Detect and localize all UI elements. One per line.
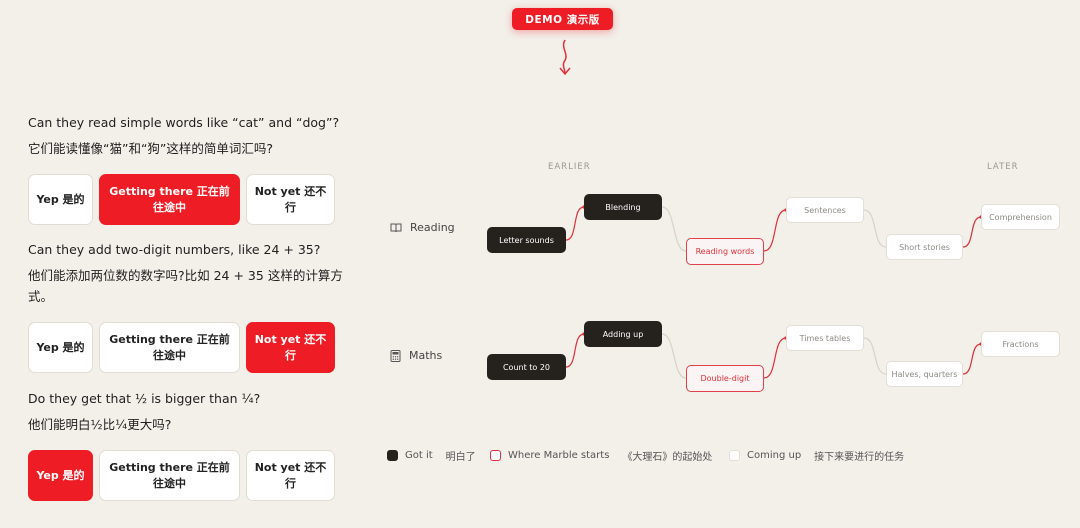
node-reading-words: Reading words [686,238,764,265]
node-short-stories: Short stories [886,234,963,260]
legend-got-en: Got it [405,450,433,461]
node-count-to-20: Count to 20 [487,354,566,380]
node-comprehension: Comprehension [981,204,1060,230]
node-halves-quarters: Halves, quarters [886,361,963,387]
legend-start: Where Marble starts 《大理石》的起始处 [490,448,712,463]
node-fractions: Fractions [981,331,1060,357]
got-it-swatch [387,450,398,461]
node-adding-up: Adding up [584,321,662,347]
legend-start-en: Where Marble starts [508,450,610,461]
legend-start-zh: 《大理石》的起始处 [622,452,713,463]
legend-got-zh: 明白了 [445,452,476,463]
node-times-tables: Times tables [786,325,864,351]
legend-coming-up: Coming up 接下来要进行的任务 [729,448,904,463]
node-double-digit: Double-digit [686,365,764,392]
coming-up-swatch [729,450,740,461]
legend-up-en: Coming up [747,450,802,461]
node-letter-sounds: Letter sounds [487,227,566,253]
start-swatch [490,450,501,461]
legend-up-zh: 接下来要进行的任务 [814,452,905,463]
legend-got-it: Got it 明白了 [387,448,476,463]
node-sentences: Sentences [786,197,864,223]
node-blending: Blending [584,194,662,220]
